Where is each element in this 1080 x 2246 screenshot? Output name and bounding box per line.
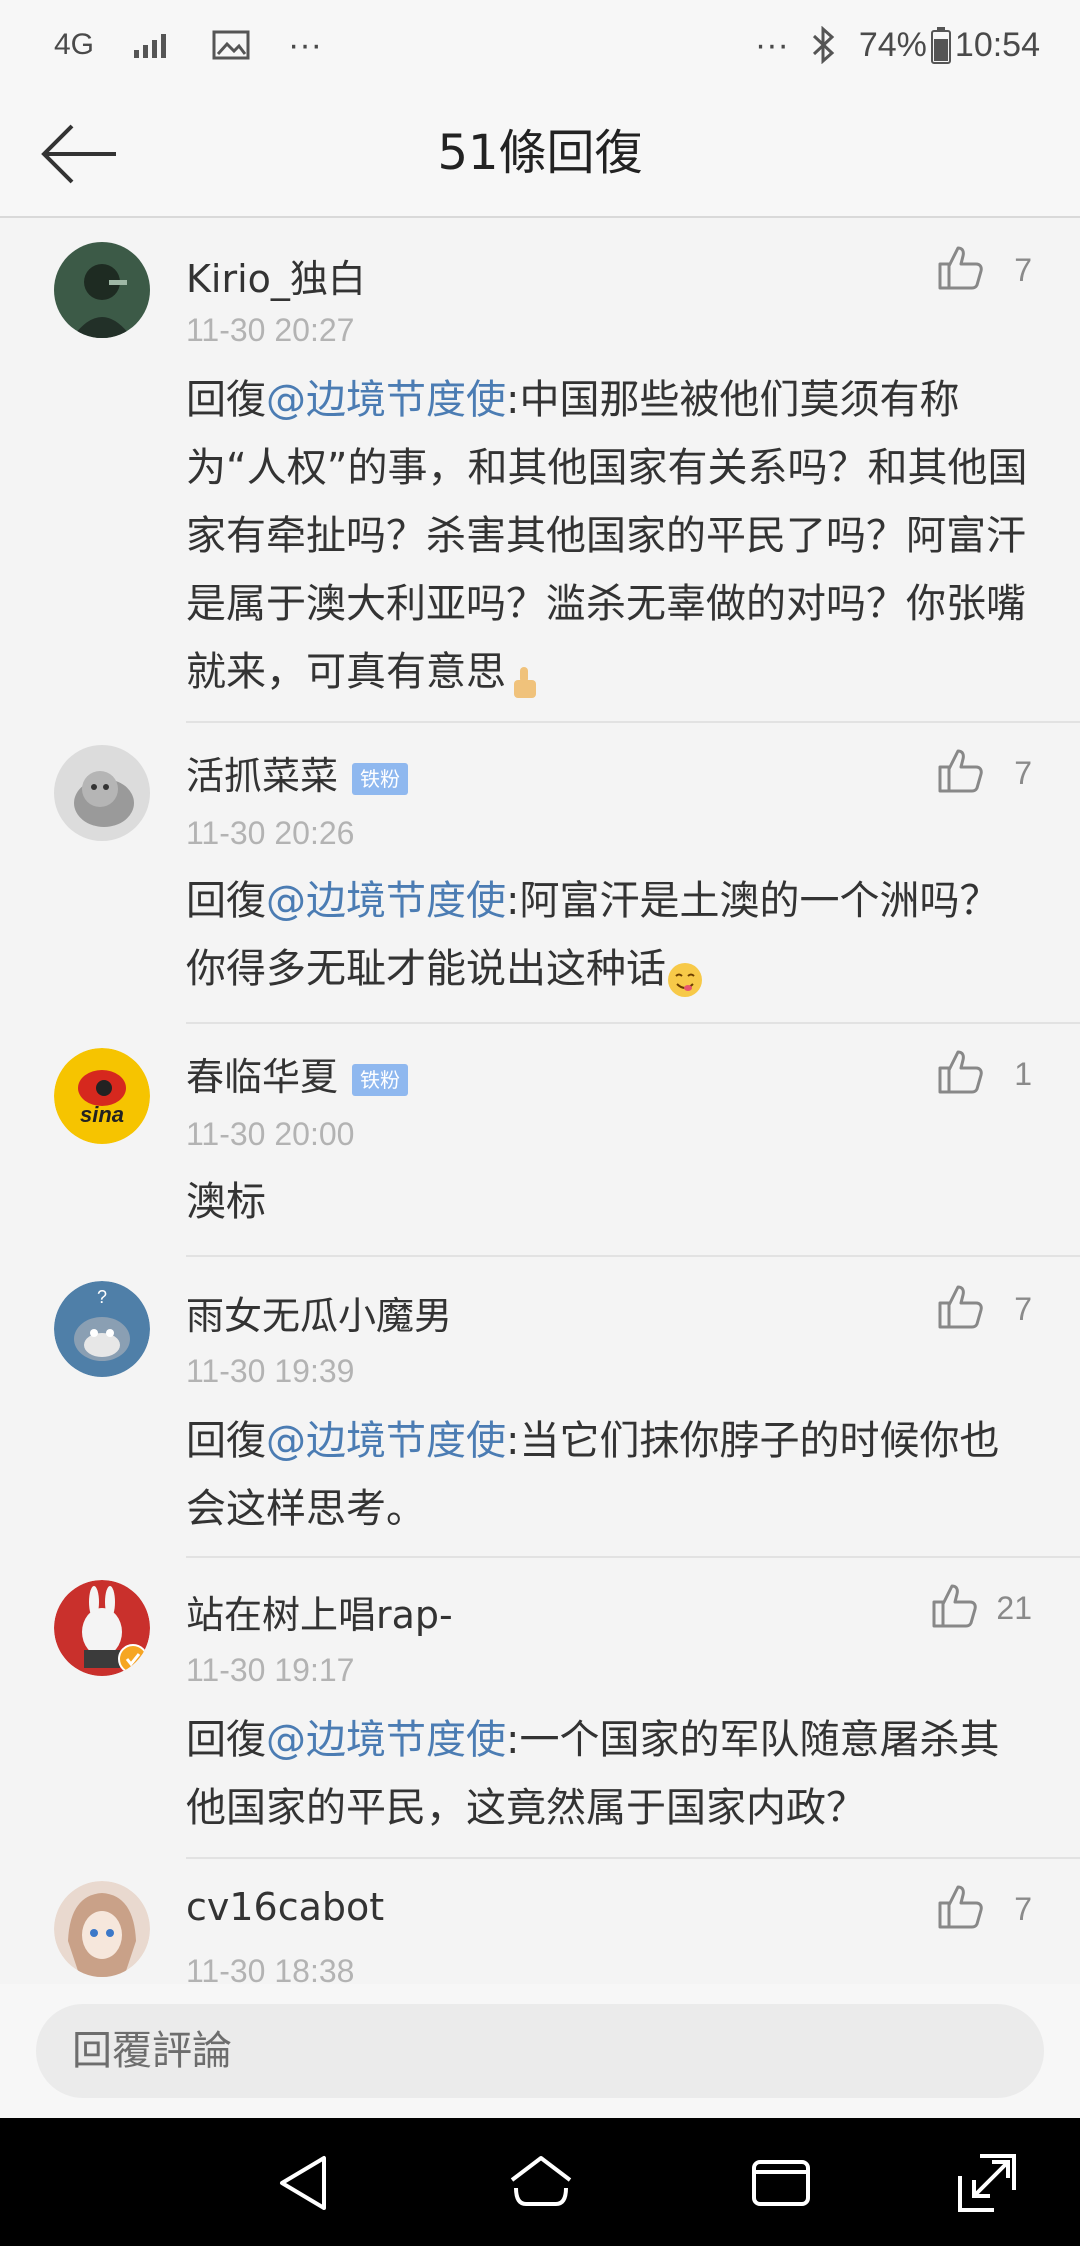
thumbs-up-emoji-icon (506, 655, 544, 698)
triangle-back-icon (280, 2156, 326, 2210)
yum-face-emoji-icon (666, 952, 704, 997)
timestamp: 11-30 20:00 (186, 1116, 355, 1152)
status-bar: 4G ··· ··· 74% 10:54 (0, 0, 1080, 90)
avatar[interactable]: ? (54, 1281, 150, 1377)
thumbs-up-icon (936, 747, 984, 799)
notification-more: ··· (288, 25, 322, 64)
fan-badge: 铁粉 (352, 1063, 409, 1096)
svg-text:?: ? (97, 1287, 107, 1307)
battery-icon (930, 26, 951, 64)
comment-item[interactable]: 站在树上唱rap- 11-30 19:17 回復@边境节度使:一个国家的军队随意… (0, 1558, 1080, 1859)
username[interactable]: 活抓菜菜 铁粉 (186, 745, 409, 800)
comment-text: 回復@边境节度使:当它们抹你脖子的时候你也会这样思考。 (186, 1407, 1036, 1543)
svg-text:sina: sina (80, 1102, 124, 1127)
thumbs-up-icon (936, 244, 984, 296)
comment-text: 回復@边境节度使:中国那些被他们莫须有称为“人权”的事，和其他国家有关系吗？和其… (186, 366, 1036, 706)
like-button[interactable]: 7 (936, 240, 1032, 300)
page-title: 51條回復 (437, 125, 643, 181)
signal-icon (132, 30, 174, 60)
username[interactable]: 雨女无瓜小魔男 (186, 1285, 452, 1340)
bluetooth-icon (811, 26, 837, 64)
nav-expand-button[interactable] (952, 2148, 1022, 2218)
comment-item[interactable]: ? 雨女无瓜小魔男 11-30 19:39 回復@边境节度使:当它们抹你脖子的时… (0, 1257, 1080, 1558)
back-button[interactable] (36, 116, 126, 192)
battery-percent: 74% (858, 25, 927, 64)
reply-prefix: 回復 (186, 1418, 266, 1464)
mention-link[interactable]: @边境节度使 (266, 377, 506, 423)
timestamp: 11-30 19:17 (186, 1652, 355, 1688)
comment-body: 澳标 (186, 1179, 266, 1225)
header: 51條回復 (0, 90, 1080, 218)
avatar[interactable] (54, 242, 150, 338)
like-count: 21 (996, 1589, 1032, 1626)
mention-link[interactable]: @边境节度使 (266, 1418, 506, 1464)
reply-bar (0, 1984, 1080, 2118)
nav-back-button[interactable] (272, 2148, 342, 2218)
timestamp: 11-30 20:26 (186, 815, 355, 851)
like-button[interactable]: 7 (936, 1879, 1032, 1939)
thumbs-up-icon (930, 1582, 978, 1634)
comment-text: 回復@边境节度使:一个国家的军队随意屠杀其他国家的平民，这竟然属于国家内政？ (186, 1706, 1036, 1842)
nav-home-button[interactable] (506, 2148, 576, 2218)
comment-text: 回復@边境节度使:阿富汗是土澳的一个洲吗？你得多无耻才能说出这种话 (186, 867, 1036, 1003)
like-button[interactable]: 7 (936, 1279, 1032, 1339)
comment-text: 澳标 (186, 1168, 1036, 1236)
nav-recents-button[interactable] (746, 2148, 816, 2218)
mention-link[interactable]: @边境节度使 (266, 878, 506, 924)
username[interactable]: 春临华夏 铁粉 (186, 1046, 409, 1101)
recent-apps-icon (752, 2160, 810, 2206)
timestamp: 11-30 19:39 (186, 1353, 355, 1389)
avatar[interactable] (54, 1881, 150, 1977)
reply-prefix: 回復 (186, 377, 266, 423)
comment-body: :中国那些被他们莫须有称为“人权”的事，和其他国家有关系吗？和其他国家有牵扯吗？… (186, 377, 1028, 695)
username[interactable]: 站在树上唱rap- (186, 1584, 453, 1639)
avatar[interactable]: sina (54, 1048, 150, 1144)
username[interactable]: Kirio_独白 (186, 248, 366, 303)
navigation-bar (0, 2118, 1080, 2246)
avatar[interactable] (54, 1580, 150, 1676)
like-button[interactable]: 7 (936, 743, 1032, 803)
comment-item[interactable]: cv16cabot 11-30 18:38 7 (0, 1859, 1080, 1984)
verified-badge-icon (118, 1644, 148, 1676)
comment-item[interactable]: 活抓菜菜 铁粉 11-30 20:26 回復@边境节度使:阿富汗是土澳的一个洲吗？… (0, 723, 1080, 1024)
reply-comment-input[interactable] (36, 2004, 1044, 2098)
reply-prefix: 回復 (186, 878, 266, 924)
username-text: 活抓菜菜 (186, 754, 339, 798)
clock: 10:54 (954, 25, 1040, 64)
like-count: 7 (1014, 251, 1032, 288)
avatar[interactable] (54, 745, 150, 841)
comment-item[interactable]: Kirio_独白 11-30 20:27 回復@边境节度使:中国那些被他们莫须有… (0, 218, 1080, 723)
like-count: 7 (1014, 1890, 1032, 1927)
thumbs-up-icon (936, 1283, 984, 1335)
thumbs-up-icon (936, 1048, 984, 1100)
back-arrow-icon (41, 124, 116, 184)
thumbs-up-icon (936, 1883, 984, 1935)
like-count: 7 (1014, 1290, 1032, 1327)
network-type: 4G (54, 28, 95, 61)
expand-icon (958, 2154, 1016, 2212)
image-icon (212, 30, 250, 60)
like-count: 7 (1014, 754, 1032, 791)
comment-list[interactable]: Kirio_独白 11-30 20:27 回復@边境节度使:中国那些被他们莫须有… (0, 218, 1080, 1984)
username-text: 春临华夏 (186, 1055, 339, 1099)
home-icon (510, 2156, 572, 2206)
mention-link[interactable]: @边境节度使 (266, 1717, 506, 1763)
like-button[interactable]: 21 (930, 1578, 1032, 1638)
like-count: 1 (1014, 1055, 1032, 1092)
fan-badge: 铁粉 (352, 762, 409, 795)
timestamp: 11-30 18:38 (186, 1953, 355, 1984)
reply-prefix: 回復 (186, 1717, 266, 1763)
status-more: ··· (754, 25, 789, 64)
timestamp: 11-30 20:27 (186, 312, 355, 348)
username[interactable]: cv16cabot (186, 1885, 384, 1929)
like-button[interactable]: 1 (936, 1044, 1032, 1104)
comment-item[interactable]: sina 春临华夏 铁粉 11-30 20:00 澳标 1 (0, 1024, 1080, 1257)
